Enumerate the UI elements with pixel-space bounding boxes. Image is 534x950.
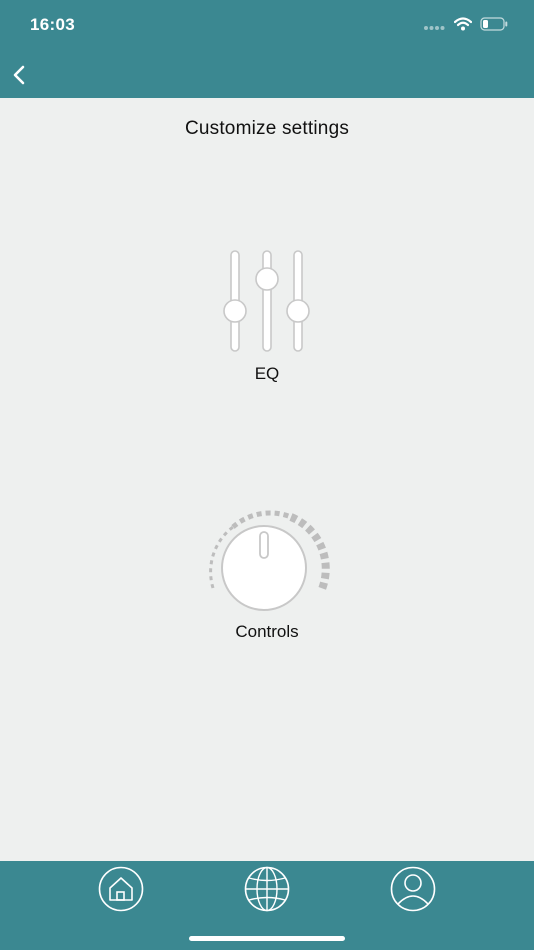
status-time: 16:03 — [30, 15, 75, 34]
signal-icon — [424, 18, 446, 36]
tab-globe[interactable] — [244, 866, 290, 912]
battery-icon — [480, 17, 508, 36]
controls-label: Controls — [235, 622, 299, 641]
wifi-icon — [453, 17, 473, 36]
globe-icon — [244, 866, 290, 916]
chevron-left-icon — [8, 65, 32, 92]
eq-tile[interactable]: EQ — [207, 244, 327, 389]
home-icon — [98, 866, 144, 916]
page-title: Customize settings — [184, 118, 350, 139]
status-bar: 16:03 — [0, 0, 534, 52]
nav-bar — [0, 52, 534, 98]
tab-home[interactable] — [98, 866, 144, 912]
controls-tile[interactable]: Controls — [197, 505, 337, 645]
tab-profile[interactable] — [390, 866, 436, 912]
home-indicator[interactable] — [189, 936, 345, 941]
status-icons — [424, 17, 508, 36]
profile-icon — [390, 866, 436, 916]
eq-label: EQ — [254, 364, 280, 383]
back-button[interactable] — [8, 62, 32, 88]
